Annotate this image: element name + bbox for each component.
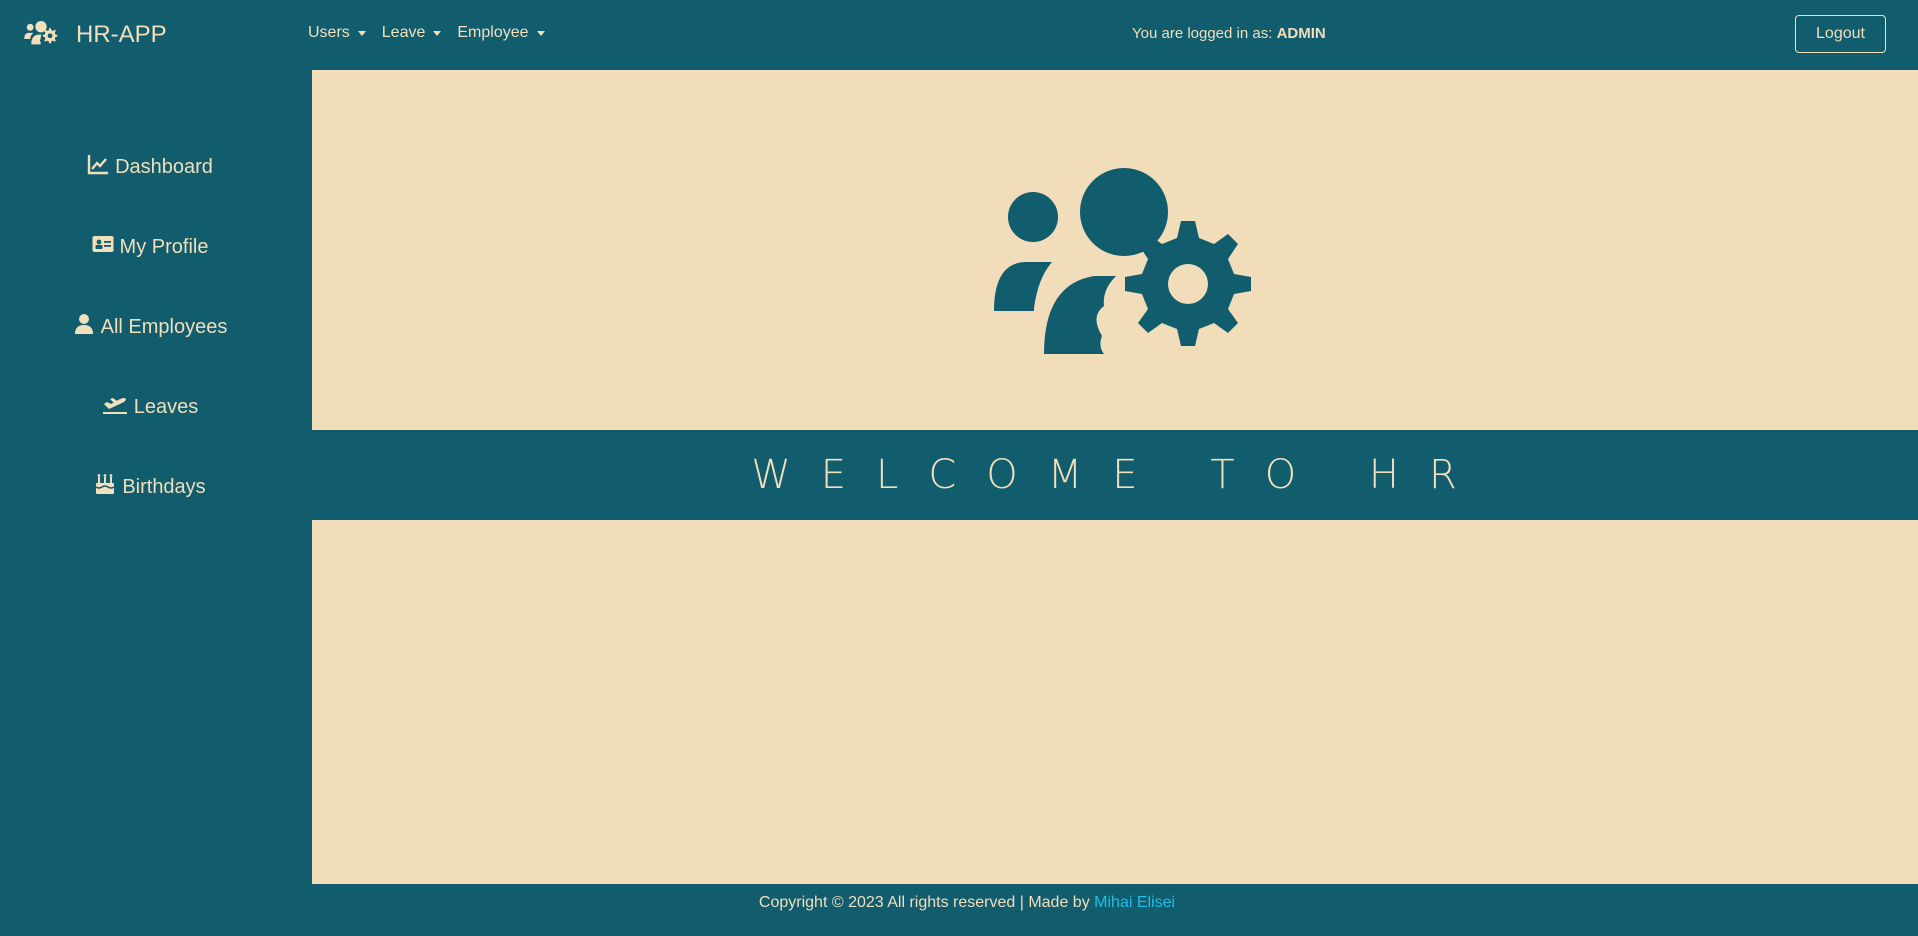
menu-employee-label: Employee [457, 24, 529, 41]
sidebar-item-leaves[interactable]: Leaves [0, 387, 300, 427]
caret-down-icon [433, 30, 442, 36]
nav-menus: Users Leave Employee [308, 24, 545, 42]
sidebar-item-label: Dashboard [115, 155, 213, 178]
top-navbar: HR-APP Users Leave Employee You are logg… [0, 0, 1918, 70]
sidebar-item-label: All Employees [100, 315, 228, 338]
sidebar-item-label: Birthdays [122, 475, 206, 498]
menu-leave[interactable]: Leave [382, 24, 442, 42]
menu-users-label: Users [308, 24, 350, 41]
logout-button[interactable]: Logout [1795, 15, 1886, 53]
copyright-text: Copyright © 2023 All rights reserved | M… [758, 894, 1090, 911]
birthday-cake-icon [94, 473, 116, 501]
sidebar-item-birthdays[interactable]: Birthdays [0, 467, 300, 507]
sidebar: Dashboard My Profile All Employees Leave… [0, 70, 312, 936]
plane-departure-icon [102, 393, 128, 421]
sidebar-item-dashboard[interactable]: Dashboard [0, 147, 300, 187]
login-status: You are logged in as: ADMIN [1132, 25, 1326, 42]
hero-panel [312, 70, 1918, 430]
content-panel [312, 520, 1918, 884]
author-link[interactable]: Mihai Elisei [1094, 894, 1175, 911]
chart-line-icon [87, 153, 109, 181]
welcome-heading: WELCOME TO HR [751, 452, 1487, 498]
users-gear-icon [24, 16, 58, 55]
menu-employee[interactable]: Employee [457, 24, 545, 42]
login-prefix: You are logged in as: [1132, 25, 1273, 42]
menu-users[interactable]: Users [308, 24, 366, 42]
caret-down-icon [357, 30, 366, 36]
logged-in-user: ADMIN [1276, 25, 1326, 42]
menu-leave-label: Leave [381, 24, 426, 41]
sidebar-item-label: Leaves [133, 395, 199, 418]
footer: Copyright © 2023 All rights reserved | M… [312, 884, 1918, 936]
brand[interactable]: HR-APP [24, 18, 167, 52]
id-card-icon [92, 233, 114, 261]
sidebar-item-all-employees[interactable]: All Employees [0, 307, 300, 347]
sidebar-item-my-profile[interactable]: My Profile [0, 227, 300, 267]
app-name[interactable]: HR-APP [76, 21, 167, 49]
welcome-banner: WELCOME TO HR [312, 430, 1918, 520]
sidebar-item-label: My Profile [119, 235, 209, 258]
caret-down-icon [536, 30, 545, 36]
user-icon [73, 313, 95, 341]
